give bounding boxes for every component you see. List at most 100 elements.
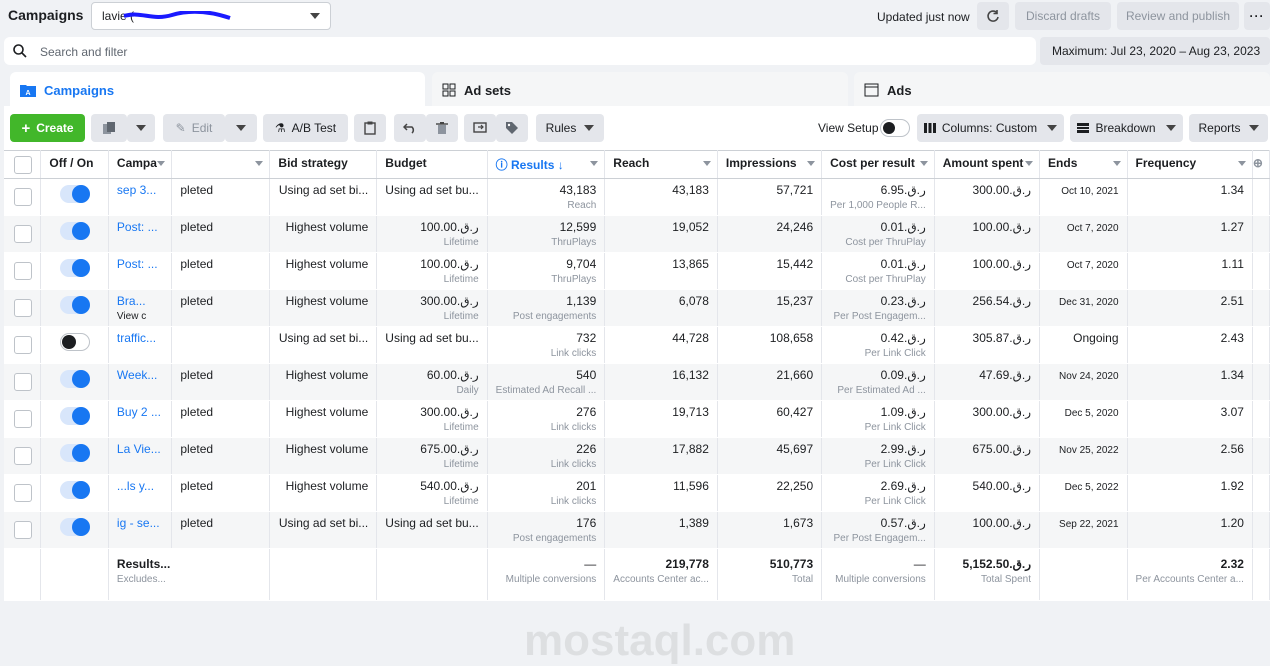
row-checkbox[interactable] xyxy=(14,188,32,206)
toggle-cell[interactable] xyxy=(40,474,109,512)
campaign-toggle[interactable] xyxy=(59,407,90,425)
row-select-cell[interactable] xyxy=(4,363,42,401)
account-selector[interactable]: lavie ( xyxy=(91,2,331,30)
table-row[interactable]: Week... pleted Highest volume ر.ق.60.00 D… xyxy=(4,363,1270,401)
view-setup-toggle[interactable] xyxy=(880,119,910,137)
search-input[interactable]: Search and filter xyxy=(40,45,127,59)
campaign-name-cell[interactable]: Post: ... xyxy=(108,252,173,290)
col-bid-strategy[interactable]: Bid strategy xyxy=(269,150,378,179)
campaign-name-link[interactable]: Buy 2 ... xyxy=(117,405,161,419)
campaign-toggle[interactable] xyxy=(59,185,90,203)
col-frequency[interactable]: Frequency xyxy=(1127,150,1253,179)
search-bar[interactable]: Search and filter xyxy=(4,37,1036,65)
campaign-name-cell[interactable]: Buy 2 ... xyxy=(108,400,173,438)
campaign-name-link[interactable]: Post: ... xyxy=(117,257,158,271)
row-checkbox[interactable] xyxy=(14,484,32,502)
view-charts-link[interactable]: View c xyxy=(117,311,163,322)
toggle-cell[interactable] xyxy=(40,178,109,216)
tab-ads[interactable]: Ads xyxy=(854,72,1270,108)
campaign-name-link[interactable]: Post: ... xyxy=(117,220,158,234)
campaign-name-cell[interactable]: ...ls y... xyxy=(108,474,173,512)
budget-cell[interactable]: ر.ق.60.00 Daily xyxy=(376,363,488,401)
table-row[interactable]: Post: ... pleted Highest volume ر.ق.100.… xyxy=(4,252,1270,290)
table-row[interactable]: Bra... View c pleted Highest volume ر.ق.3… xyxy=(4,289,1270,327)
campaign-toggle[interactable] xyxy=(59,296,90,314)
table-row[interactable]: ...ls y... pleted Highest volume ر.ق.540… xyxy=(4,474,1270,512)
campaign-toggle[interactable] xyxy=(59,370,90,388)
campaign-toggle[interactable] xyxy=(59,444,90,462)
row-select-cell[interactable] xyxy=(4,474,42,512)
row-select-cell[interactable] xyxy=(4,178,42,216)
select-all-header[interactable] xyxy=(4,150,42,179)
add-column-button[interactable]: ⊕ xyxy=(1252,150,1270,179)
toggle-cell[interactable] xyxy=(40,363,109,401)
budget-cell[interactable]: Using ad set bu... xyxy=(376,178,488,216)
duplicate-dropdown-button[interactable] xyxy=(127,114,155,142)
campaign-name-cell[interactable]: La Vie... xyxy=(108,437,173,475)
campaign-name-link[interactable]: ig - se... xyxy=(117,516,160,530)
col-cost-per-result[interactable]: Cost per result xyxy=(821,150,935,179)
row-checkbox[interactable] xyxy=(14,447,32,465)
budget-cell[interactable]: Using ad set bu... xyxy=(376,511,488,549)
tag-button[interactable] xyxy=(496,114,528,142)
campaign-name-link[interactable]: traffic... xyxy=(117,331,156,345)
reports-button[interactable]: Reports xyxy=(1189,114,1268,142)
preview-button[interactable] xyxy=(464,114,496,142)
rules-button[interactable]: Rules xyxy=(536,114,604,142)
row-select-cell[interactable] xyxy=(4,252,42,290)
col-off-on[interactable]: Off / On xyxy=(40,150,109,179)
campaign-name-cell[interactable]: Week... xyxy=(108,363,173,401)
table-row[interactable]: Post: ... pleted Highest volume ر.ق.100.… xyxy=(4,215,1270,253)
campaign-name-cell[interactable]: traffic... xyxy=(108,326,173,364)
campaign-name-link[interactable]: La Vie... xyxy=(117,442,161,456)
campaign-toggle[interactable] xyxy=(59,333,90,351)
table-row[interactable]: ig - se... pleted Using ad set bi... Usi… xyxy=(4,511,1270,549)
budget-cell[interactable]: Using ad set bu... xyxy=(376,326,488,364)
campaign-toggle[interactable] xyxy=(59,481,90,499)
table-row[interactable]: La Vie... pleted Highest volume ر.ق.675.… xyxy=(4,437,1270,475)
toggle-cell[interactable] xyxy=(40,400,109,438)
campaign-toggle[interactable] xyxy=(59,259,90,277)
toggle-cell[interactable] xyxy=(40,511,109,549)
row-select-cell[interactable] xyxy=(4,289,42,327)
refresh-button[interactable] xyxy=(977,2,1009,30)
row-checkbox[interactable] xyxy=(14,299,32,317)
col-budget[interactable]: Budget xyxy=(376,150,488,179)
campaign-name-link[interactable]: Week... xyxy=(117,368,157,382)
edit-button[interactable]: ✎ Edit xyxy=(163,114,225,142)
table-row[interactable]: traffic... Using ad set bi... Using ad s… xyxy=(4,326,1270,364)
budget-cell[interactable]: ر.ق.540.00 Lifetime xyxy=(376,474,488,512)
toggle-cell[interactable] xyxy=(40,215,109,253)
campaign-name-link[interactable]: Bra... xyxy=(117,294,146,308)
ab-test-button[interactable]: ⚗ A/B Test xyxy=(263,114,348,142)
budget-cell[interactable]: ر.ق.100.00 Lifetime xyxy=(376,215,488,253)
col-campaign[interactable]: Campa xyxy=(108,150,173,179)
col-reach[interactable]: Reach xyxy=(604,150,718,179)
campaign-name-cell[interactable]: Post: ... xyxy=(108,215,173,253)
campaign-toggle[interactable] xyxy=(59,222,90,240)
row-checkbox[interactable] xyxy=(14,410,32,428)
table-row[interactable]: sep 3... pleted Using ad set bi... Using… xyxy=(4,178,1270,216)
toggle-cell[interactable] xyxy=(40,289,109,327)
table-row[interactable]: Buy 2 ... pleted Highest volume ر.ق.300.… xyxy=(4,400,1270,438)
budget-cell[interactable]: ر.ق.300.00 Lifetime xyxy=(376,400,488,438)
row-checkbox[interactable] xyxy=(14,262,32,280)
budget-cell[interactable]: ر.ق.300.00 Lifetime xyxy=(376,289,488,327)
clipboard-button[interactable] xyxy=(354,114,386,142)
col-delivery[interactable] xyxy=(171,150,271,179)
toggle-cell[interactable] xyxy=(40,252,109,290)
select-all-checkbox[interactable] xyxy=(14,156,32,174)
campaign-name-link[interactable]: ...ls y... xyxy=(117,479,154,493)
row-checkbox[interactable] xyxy=(14,336,32,354)
edit-dropdown-button[interactable] xyxy=(225,114,257,142)
toggle-cell[interactable] xyxy=(40,437,109,475)
budget-cell[interactable]: ر.ق.675.00 Lifetime xyxy=(376,437,488,475)
duplicate-button[interactable] xyxy=(91,114,127,142)
row-select-cell[interactable] xyxy=(4,437,42,475)
undo-button[interactable] xyxy=(394,114,426,142)
columns-button[interactable]: Columns: Custom xyxy=(917,114,1064,142)
create-button[interactable]: + Create xyxy=(10,114,85,142)
col-impressions[interactable]: Impressions xyxy=(717,150,823,179)
tab-ad-sets[interactable]: Ad sets xyxy=(432,72,848,108)
delete-button[interactable] xyxy=(426,114,458,142)
